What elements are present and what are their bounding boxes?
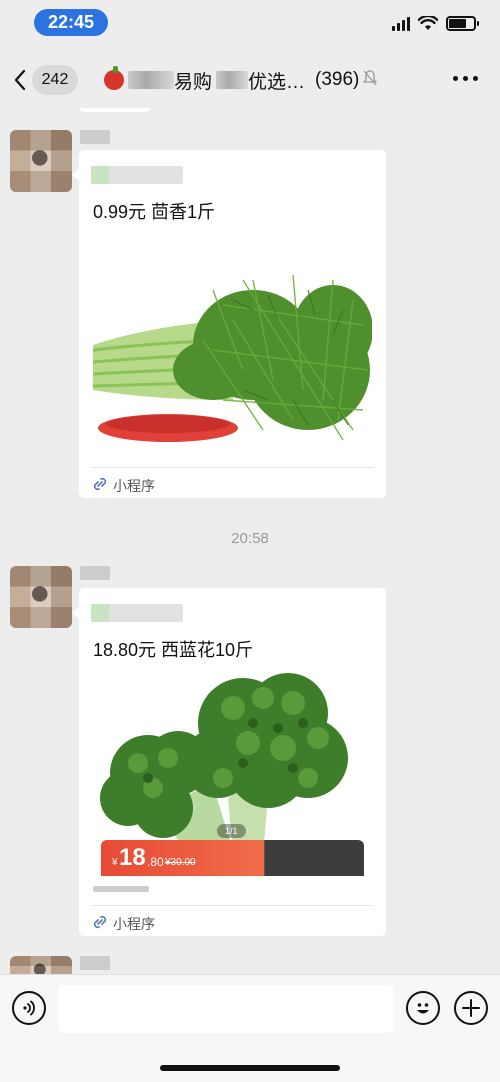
redacted-text (128, 71, 174, 89)
mini-program-card[interactable]: 0.99元 茴香1斤 小程序 (72, 150, 386, 498)
avatar[interactable] (10, 956, 72, 974)
voice-button[interactable] (12, 991, 46, 1025)
chat-title[interactable]: 易购 优选… (396) (104, 66, 434, 94)
original-price: ¥30.00 (165, 857, 196, 868)
back-button[interactable]: 242 (14, 64, 78, 96)
voice-icon (23, 1000, 35, 1016)
plus-icon (462, 999, 480, 1017)
member-count: (396) (315, 69, 360, 90)
card-divider (91, 467, 374, 468)
card-title: 18.80元 西蓝花10斤 (93, 640, 254, 660)
mini-program-source (91, 166, 183, 184)
message-input[interactable] (58, 985, 394, 1033)
sender-name (80, 566, 110, 580)
link-icon (93, 477, 107, 495)
timestamp: 20:58 (231, 530, 269, 547)
fennel-image (93, 250, 372, 455)
status-bar: 22:45 (0, 0, 500, 48)
price-decimal: .80 (147, 855, 164, 869)
link-icon (93, 915, 107, 933)
chat-title-part-1: 易购 (174, 71, 213, 93)
more-dots-icon (453, 76, 458, 81)
emoji-icon (417, 1003, 429, 1014)
chat-messages[interactable]: 0.99元 茴香1斤 小程序 20:58 18.80元 西蓝花10斤 1/1 ¥… (0, 108, 500, 974)
price-currency: ¥ (112, 857, 118, 868)
redacted-text (216, 71, 249, 89)
input-bar (0, 974, 500, 1082)
sender-name (80, 130, 110, 144)
wifi-icon (418, 16, 438, 30)
image-page-indicator: 1/1 (217, 824, 246, 838)
apple-icon (104, 66, 124, 90)
card-title: 0.99元 茴香1斤 (93, 202, 216, 222)
chevron-left-icon (14, 69, 26, 91)
card-divider (91, 905, 374, 906)
status-time[interactable]: 22:45 (34, 9, 108, 36)
avatar[interactable] (10, 130, 72, 192)
sender-name (80, 956, 110, 970)
previous-message-bubble (79, 108, 151, 112)
mini-program-card[interactable]: 18.80元 西蓝花10斤 1/1 ¥ 18 .80 ¥30.00 小程序 (72, 588, 386, 936)
more-button[interactable] (453, 76, 478, 81)
home-indicator (160, 1065, 340, 1071)
mini-program-source (91, 604, 183, 622)
battery-icon (446, 16, 479, 31)
status-icons (392, 16, 479, 31)
chat-title-part-2: 优选… (248, 71, 306, 93)
add-button[interactable] (454, 991, 488, 1025)
mini-program-label: 小程序 (93, 476, 155, 496)
redacted-text (93, 886, 149, 892)
mini-program-label: 小程序 (93, 914, 155, 934)
bell-slash-icon (362, 70, 378, 90)
price-banner: ¥ 18 .80 ¥30.00 (101, 840, 364, 876)
signal-icon (392, 16, 410, 31)
emoji-button[interactable] (406, 991, 440, 1025)
unread-count-badge: 242 (32, 65, 78, 95)
chat-header: 242 易购 优选… (396) (0, 52, 500, 108)
price-integer: 18 (119, 844, 146, 871)
avatar[interactable] (10, 566, 72, 628)
